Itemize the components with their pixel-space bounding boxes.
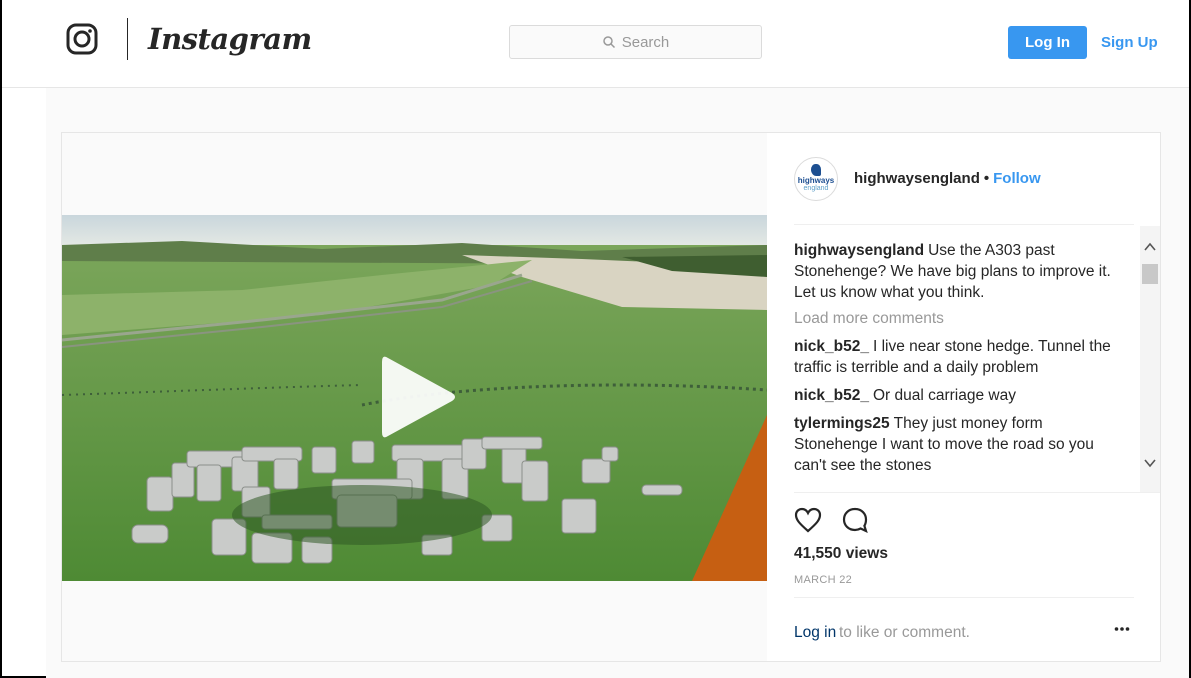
scrollbar-thumb[interactable] [1142, 264, 1158, 284]
comment-username[interactable]: nick_b52_ [794, 387, 869, 404]
comment-item: nick_b52_ I live near stone hedge. Tunnel… [794, 336, 1114, 378]
post-date[interactable]: MARCH 22 [794, 574, 852, 586]
comment-username[interactable]: tylermings25 [794, 415, 890, 432]
comment-item: tylermings25 They just money form Stonehe… [794, 413, 1114, 476]
comments-list[interactable]: highwaysengland Use the A303 past Stonehe… [794, 226, 1160, 493]
play-icon[interactable] [380, 354, 456, 440]
comment-username[interactable]: nick_b52_ [794, 338, 869, 355]
post-footer: Log in to like or comment. [794, 597, 1134, 661]
view-count: 41,550 views [794, 545, 888, 562]
top-navigation: Instagram Search Log In Sign Up [2, 0, 1189, 88]
video-player[interactable] [62, 215, 767, 581]
signup-link[interactable]: Sign Up [1101, 34, 1158, 51]
avatar[interactable]: highways england [794, 156, 838, 201]
search-icon [602, 36, 615, 49]
header-divider [127, 18, 128, 60]
comment-text: Or dual carriage way [872, 387, 1016, 404]
avatar-logo-text: highways [797, 175, 835, 185]
avatar-logo-subtext: england [803, 184, 829, 192]
post-caption: highwaysengland Use the A303 past Stonehe… [794, 240, 1114, 303]
instagram-wordmark[interactable]: Instagram [148, 22, 312, 56]
chevron-down-icon[interactable] [1143, 456, 1157, 470]
post-header: highways england highwaysengland • Follo… [794, 133, 1134, 225]
search-placeholder: Search [621, 33, 670, 51]
post-sidebar: highways england highwaysengland • Follo… [768, 133, 1160, 661]
heart-icon[interactable] [794, 507, 822, 533]
post-actions [794, 505, 868, 535]
comment-item: nick_b52_ Or dual carriage way [794, 385, 1114, 406]
comments-scrollbar[interactable] [1140, 226, 1160, 492]
chevron-up-icon[interactable] [1143, 240, 1157, 254]
caption-username[interactable]: highwaysengland [794, 242, 924, 259]
post-card: highways england highwaysengland • Follo… [61, 132, 1161, 662]
login-to-comment-text: to like or comment. [839, 624, 970, 641]
more-options-icon[interactable] [1114, 626, 1130, 632]
header-separator: • [983, 170, 990, 187]
instagram-glyph-icon[interactable] [66, 22, 98, 56]
post-media [62, 133, 767, 661]
post-username[interactable]: highwaysengland [854, 170, 980, 187]
highways-england-logo-icon [811, 163, 821, 176]
load-more-comments-link[interactable]: Load more comments [794, 310, 1114, 328]
search-input[interactable]: Search [509, 25, 762, 59]
login-button[interactable]: Log In [1008, 26, 1087, 59]
login-to-comment-link[interactable]: Log in [794, 624, 836, 642]
follow-button[interactable]: Follow [993, 170, 1041, 187]
comment-icon[interactable] [842, 507, 868, 533]
